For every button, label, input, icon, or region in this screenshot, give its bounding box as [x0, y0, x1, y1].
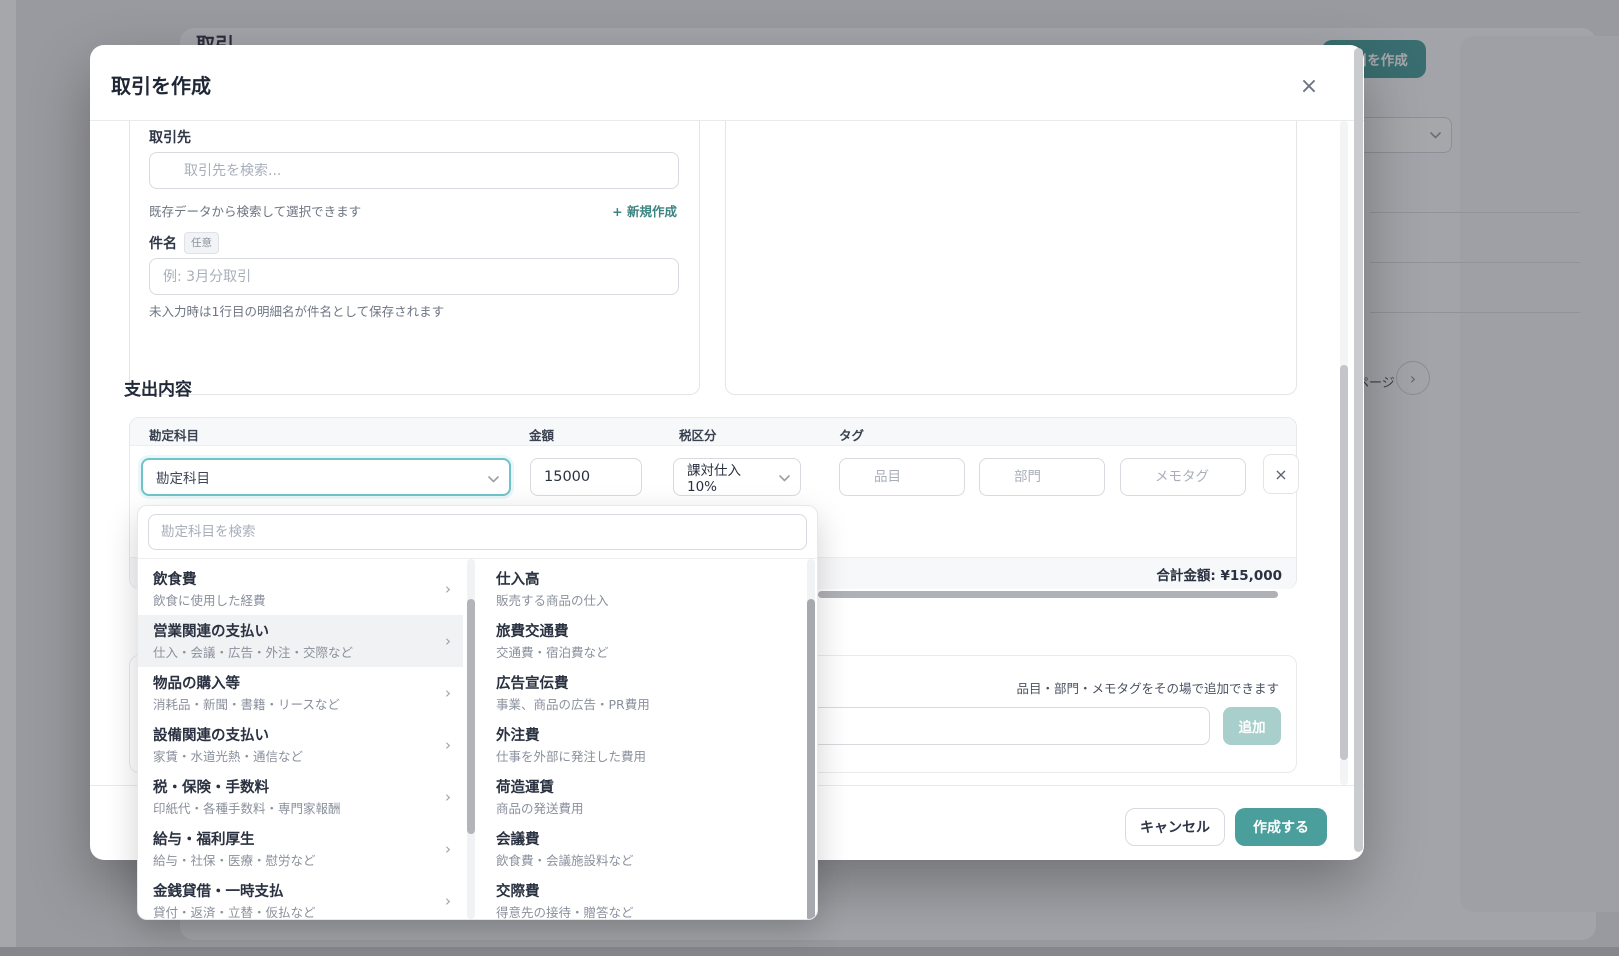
- horizontal-scrollbar[interactable]: [818, 591, 1278, 598]
- amount-input[interactable]: [530, 458, 642, 496]
- memo-tag-input[interactable]: [1120, 458, 1246, 496]
- account-subtitle: 飲食費・会議施設料など: [496, 851, 775, 870]
- expense-table-header: 勘定科目 金額 税区分 タグ: [130, 418, 1296, 446]
- delete-row-button[interactable]: ×: [1263, 454, 1299, 494]
- account-list: 仕入高 販売する商品の仕入 旅費交通費 交通費・宿泊費など 広告宣伝費 事業、商…: [481, 559, 801, 919]
- account-category-item[interactable]: 物品の購入等 消耗品・新聞・書籍・リースなど ›: [138, 667, 463, 719]
- account-category-item[interactable]: 設備関連の支払い 家賃・水道光熱・通信など ›: [138, 719, 463, 771]
- account-subtitle: 交通費・宿泊費など: [496, 643, 775, 662]
- account-title: 外注費: [496, 726, 775, 747]
- chevron-right-icon: ›: [445, 840, 451, 858]
- category-title: 飲食費: [153, 570, 437, 591]
- modal-header: 取引を作成 ×: [90, 45, 1364, 121]
- column-tax: 税区分: [679, 425, 717, 444]
- account-title: 旅費交通費: [496, 622, 775, 643]
- account-category-item[interactable]: 給与・福利厚生 給与・社保・医療・慰労など ›: [138, 823, 463, 875]
- page-scrollbar[interactable]: [1354, 48, 1363, 852]
- modal-title: 取引を作成: [111, 70, 211, 99]
- chevron-right-icon: ›: [445, 892, 451, 910]
- account-title: 広告宣伝費: [496, 674, 775, 695]
- category-scrollbar-thumb[interactable]: [467, 599, 475, 834]
- account-item[interactable]: 外注費 仕事を外部に発注した費用: [481, 719, 801, 771]
- column-amount: 金額: [529, 425, 554, 444]
- account-item[interactable]: 交際費 得意先の接待・贈答など: [481, 875, 801, 919]
- screen: 取引 取引を作成 ページ › 取引を作成 × 取引先 既存データから検索して選択…: [0, 0, 1619, 956]
- category-subtitle: 仕入・会議・広告・外注・交際など: [153, 643, 437, 662]
- account-category-item[interactable]: 飲食費 飲食に使用した経費 ›: [138, 563, 463, 615]
- account-subtitle: 商品の発送費用: [496, 799, 775, 818]
- account-dropdown-panel: 飲食費 飲食に使用した経費 › 営業関連の支払い 仕入・会議・広告・外注・交際な…: [137, 505, 818, 920]
- chevron-right-icon: ›: [445, 736, 451, 754]
- close-icon[interactable]: ×: [1294, 71, 1324, 101]
- chevron-right-icon: ›: [445, 580, 451, 598]
- department-tag-input[interactable]: [979, 458, 1105, 496]
- category-subtitle: 給与・社保・医療・慰労など: [153, 851, 437, 870]
- expense-section-heading: 支出内容: [124, 375, 192, 400]
- account-category-item[interactable]: 金銭貸借・一時支払 貸付・返済・立替・仮払など ›: [138, 875, 463, 919]
- account-title: 仕入高: [496, 570, 775, 591]
- account-item[interactable]: 広告宣伝費 事業、商品の広告・PR費用: [481, 667, 801, 719]
- cancel-button[interactable]: キャンセル: [1125, 808, 1225, 846]
- category-title: 物品の購入等: [153, 674, 437, 695]
- column-account: 勘定科目: [149, 425, 199, 444]
- quick-add-caption: 品目・部門・メモタグをその場で追加できます: [1016, 678, 1279, 697]
- account-item[interactable]: 仕入高 販売する商品の仕入: [481, 563, 801, 615]
- account-category-item[interactable]: 税・保険・手数料 印紙代・各種手数料・専門家報酬 ›: [138, 771, 463, 823]
- category-subtitle: 飲食に使用した経費: [153, 591, 437, 610]
- account-subtitle: 事業、商品の広告・PR費用: [496, 695, 775, 714]
- subject-helper-text: 未入力時は1行目の明細名が件名として保存されます: [149, 301, 444, 320]
- modal-scrollbar-thumb[interactable]: [1340, 365, 1348, 760]
- category-subtitle: 印紙代・各種手数料・専門家報酬: [153, 799, 437, 818]
- category-title: 営業関連の支払い: [153, 622, 437, 643]
- chevron-down-icon: [779, 475, 790, 482]
- account-scrollbar-thumb[interactable]: [807, 599, 815, 920]
- account-item[interactable]: 旅費交通費 交通費・宿泊費など: [481, 615, 801, 667]
- category-title: 設備関連の支払い: [153, 726, 437, 747]
- account-item[interactable]: 会議費 飲食費・会議施設料など: [481, 823, 801, 875]
- category-title: 税・保険・手数料: [153, 778, 437, 799]
- chevron-right-icon: ›: [445, 632, 451, 650]
- subject-label: 件名任意: [149, 232, 219, 254]
- preview-card: [725, 121, 1297, 395]
- account-category-list: 飲食費 飲食に使用した経費 › 営業関連の支払い 仕入・会議・広告・外注・交際な…: [138, 559, 463, 919]
- account-search-input[interactable]: [148, 514, 807, 550]
- account-subtitle: 販売する商品の仕入: [496, 591, 775, 610]
- category-title: 金銭貸借・一時支払: [153, 882, 437, 903]
- partner-search-input[interactable]: [149, 152, 679, 189]
- chevron-down-icon: [488, 476, 499, 483]
- total-amount-label: 合計金額: ¥15,000: [1156, 564, 1282, 584]
- account-item[interactable]: 荷造運賃 商品の発送費用: [481, 771, 801, 823]
- new-partner-link[interactable]: + 新規作成: [612, 201, 677, 220]
- chevron-right-icon: ›: [445, 684, 451, 702]
- account-title: 会議費: [496, 830, 775, 851]
- account-subtitle: 仕事を外部に発注した費用: [496, 747, 775, 766]
- account-title: 荷造運賃: [496, 778, 775, 799]
- category-subtitle: 消耗品・新聞・書籍・リースなど: [153, 695, 437, 714]
- account-category-item[interactable]: 営業関連の支払い 仕入・会議・広告・外注・交際など ›: [138, 615, 463, 667]
- close-icon: ×: [1274, 465, 1287, 484]
- partner-subject-card: 取引先 既存データから検索して選択できます + 新規作成 件名任意 未入力時は1…: [129, 121, 700, 395]
- category-title: 給与・福利厚生: [153, 830, 437, 851]
- quick-add-button[interactable]: 追加: [1223, 707, 1281, 745]
- category-subtitle: 家賃・水道光熱・通信など: [153, 747, 437, 766]
- partner-helper-text: 既存データから検索して選択できます: [149, 201, 361, 220]
- category-subtitle: 貸付・返済・立替・仮払など: [153, 903, 437, 919]
- account-select[interactable]: 勘定科目: [141, 458, 511, 496]
- partner-label: 取引先: [149, 127, 191, 147]
- column-tags: タグ: [839, 425, 864, 444]
- item-tag-input[interactable]: [839, 458, 965, 496]
- subject-input[interactable]: [149, 258, 679, 295]
- account-title: 交際費: [496, 882, 775, 903]
- tax-select[interactable]: 課対仕入 10%: [673, 458, 801, 496]
- chevron-right-icon: ›: [445, 788, 451, 806]
- submit-button[interactable]: 作成する: [1235, 808, 1327, 846]
- optional-badge: 任意: [184, 232, 219, 254]
- account-subtitle: 得意先の接待・贈答など: [496, 903, 775, 919]
